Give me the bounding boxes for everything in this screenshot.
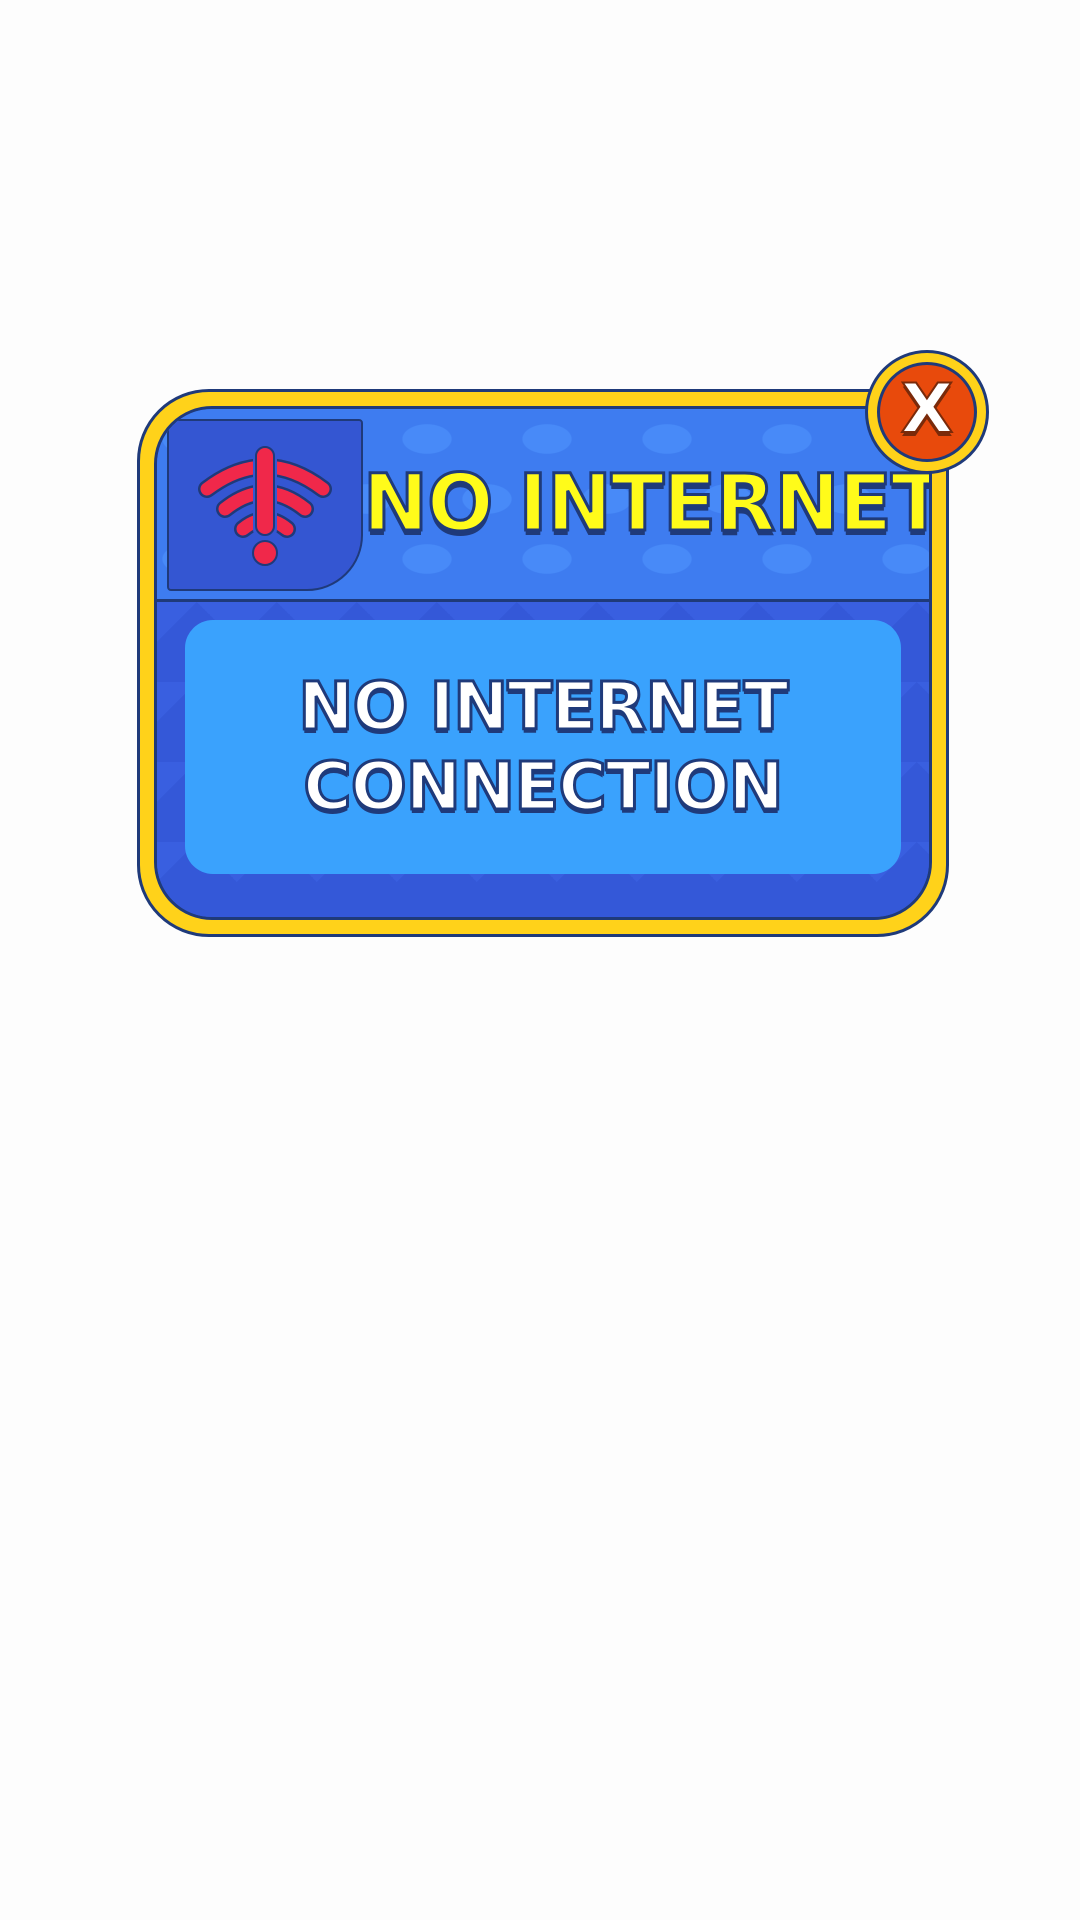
close-icon[interactable]: X [877,362,977,462]
dialog-title: NO INTERNET [361,458,932,551]
message-line-2: CONNECTION [302,747,785,827]
icon-tile [167,419,363,591]
message-box: NO INTERNET CONNECTION [185,620,901,874]
dialog-panel: NO INTERNET NO INTERNET CONNECTION [154,406,932,920]
wifi-off-exclamation-icon [198,445,332,566]
message-line-1: NO INTERNET [297,667,790,747]
no-internet-dialog: NO INTERNET NO INTERNET CONNECTION [137,389,949,937]
close-label: X [900,370,954,449]
close-button[interactable]: X [865,350,989,474]
screen: NO INTERNET NO INTERNET CONNECTION X [0,0,1080,1920]
dialog-header: NO INTERNET [157,409,929,602]
